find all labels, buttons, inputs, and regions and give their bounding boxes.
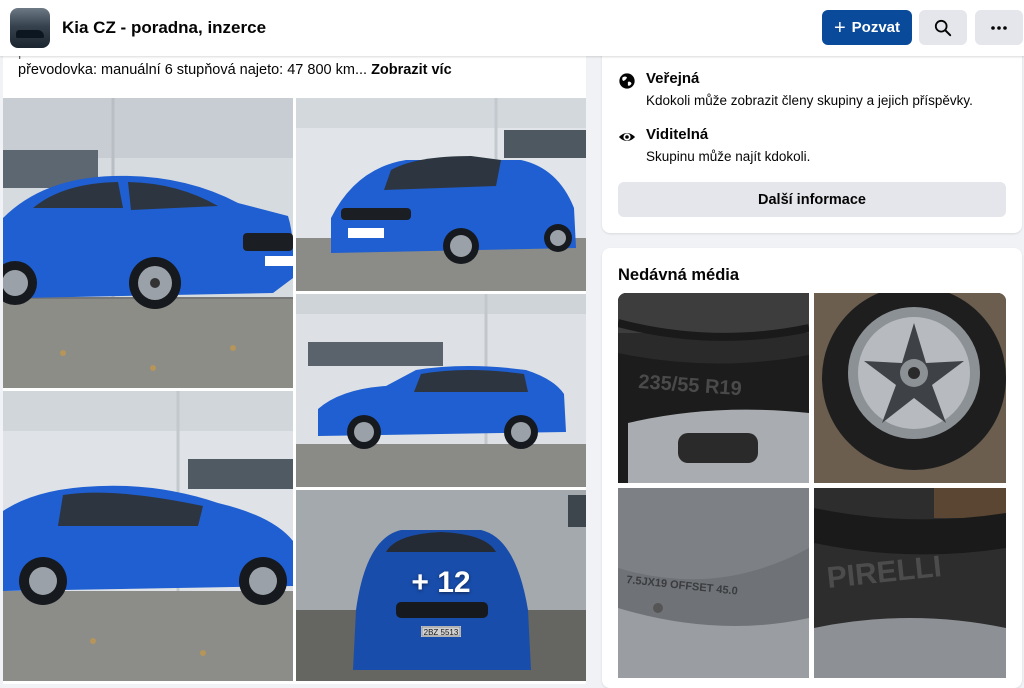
visibility-title: Viditelná (646, 126, 709, 143)
privacy-description: Kdokoli může zobrazit členy skupiny a je… (646, 93, 973, 108)
group-about-card: Veřejná Kdokoli může zobrazit členy skup… (602, 40, 1022, 233)
media-tile-1[interactable]: 235/55 R19 (618, 293, 809, 483)
more-photos-overlay[interactable]: + 12 (296, 490, 586, 681)
eye-icon (618, 132, 636, 142)
plus-icon: + (833, 16, 846, 39)
recent-media-title: Nedávná média (618, 266, 740, 284)
post-photo-1[interactable] (3, 98, 293, 388)
group-cover-thumbnail[interactable] (10, 8, 50, 48)
search-icon (934, 19, 952, 36)
search-button[interactable] (919, 10, 967, 45)
more-options-button[interactable] (975, 10, 1023, 45)
post-text-details: převodovka: manuální 6 stupňová najeto: … (18, 62, 368, 78)
media-tile-2[interactable] (814, 293, 1006, 483)
post-photo-4[interactable] (3, 391, 293, 681)
pirelli-tire-photo: PIRELLI (814, 488, 1006, 678)
invite-button[interactable]: + Pozvat (822, 10, 912, 45)
rim-detail-photo: 7.5JX19 OFFSET 45.0 (618, 488, 809, 678)
post-photo-3[interactable] (296, 294, 586, 487)
group-header-bar: Kia CZ - poradna, inzerce + Pozvat (0, 0, 1024, 56)
tire-sidewall-photo: 235/55 R19 (618, 293, 809, 483)
invite-button-label: Pozvat (851, 19, 901, 36)
more-info-button[interactable]: Další informace (618, 182, 1006, 217)
visibility-description: Skupinu může najít kdokoli. (646, 149, 811, 164)
post-photo-2[interactable] (296, 98, 586, 291)
wheel-photo (814, 293, 1006, 483)
media-tile-4[interactable]: PIRELLI (814, 488, 1006, 678)
media-tile-3[interactable]: 7.5JX19 OFFSET 45.0 (618, 488, 809, 678)
car-photo-front-three-quarter (3, 98, 293, 388)
globe-icon (619, 73, 635, 89)
more-dots-icon (991, 25, 1007, 30)
privacy-title: Veřejná (646, 70, 700, 87)
group-name[interactable]: Kia CZ - poradna, inzerce (62, 18, 266, 38)
recent-media-card: Nedávná média 235/55 R19 7.5JX19 OFFSET … (602, 248, 1022, 688)
car-photo-rear-side (3, 391, 293, 681)
see-more-link[interactable]: Zobrazit víc (371, 62, 452, 78)
car-photo-side (296, 294, 586, 487)
car-photo-front (296, 98, 586, 291)
